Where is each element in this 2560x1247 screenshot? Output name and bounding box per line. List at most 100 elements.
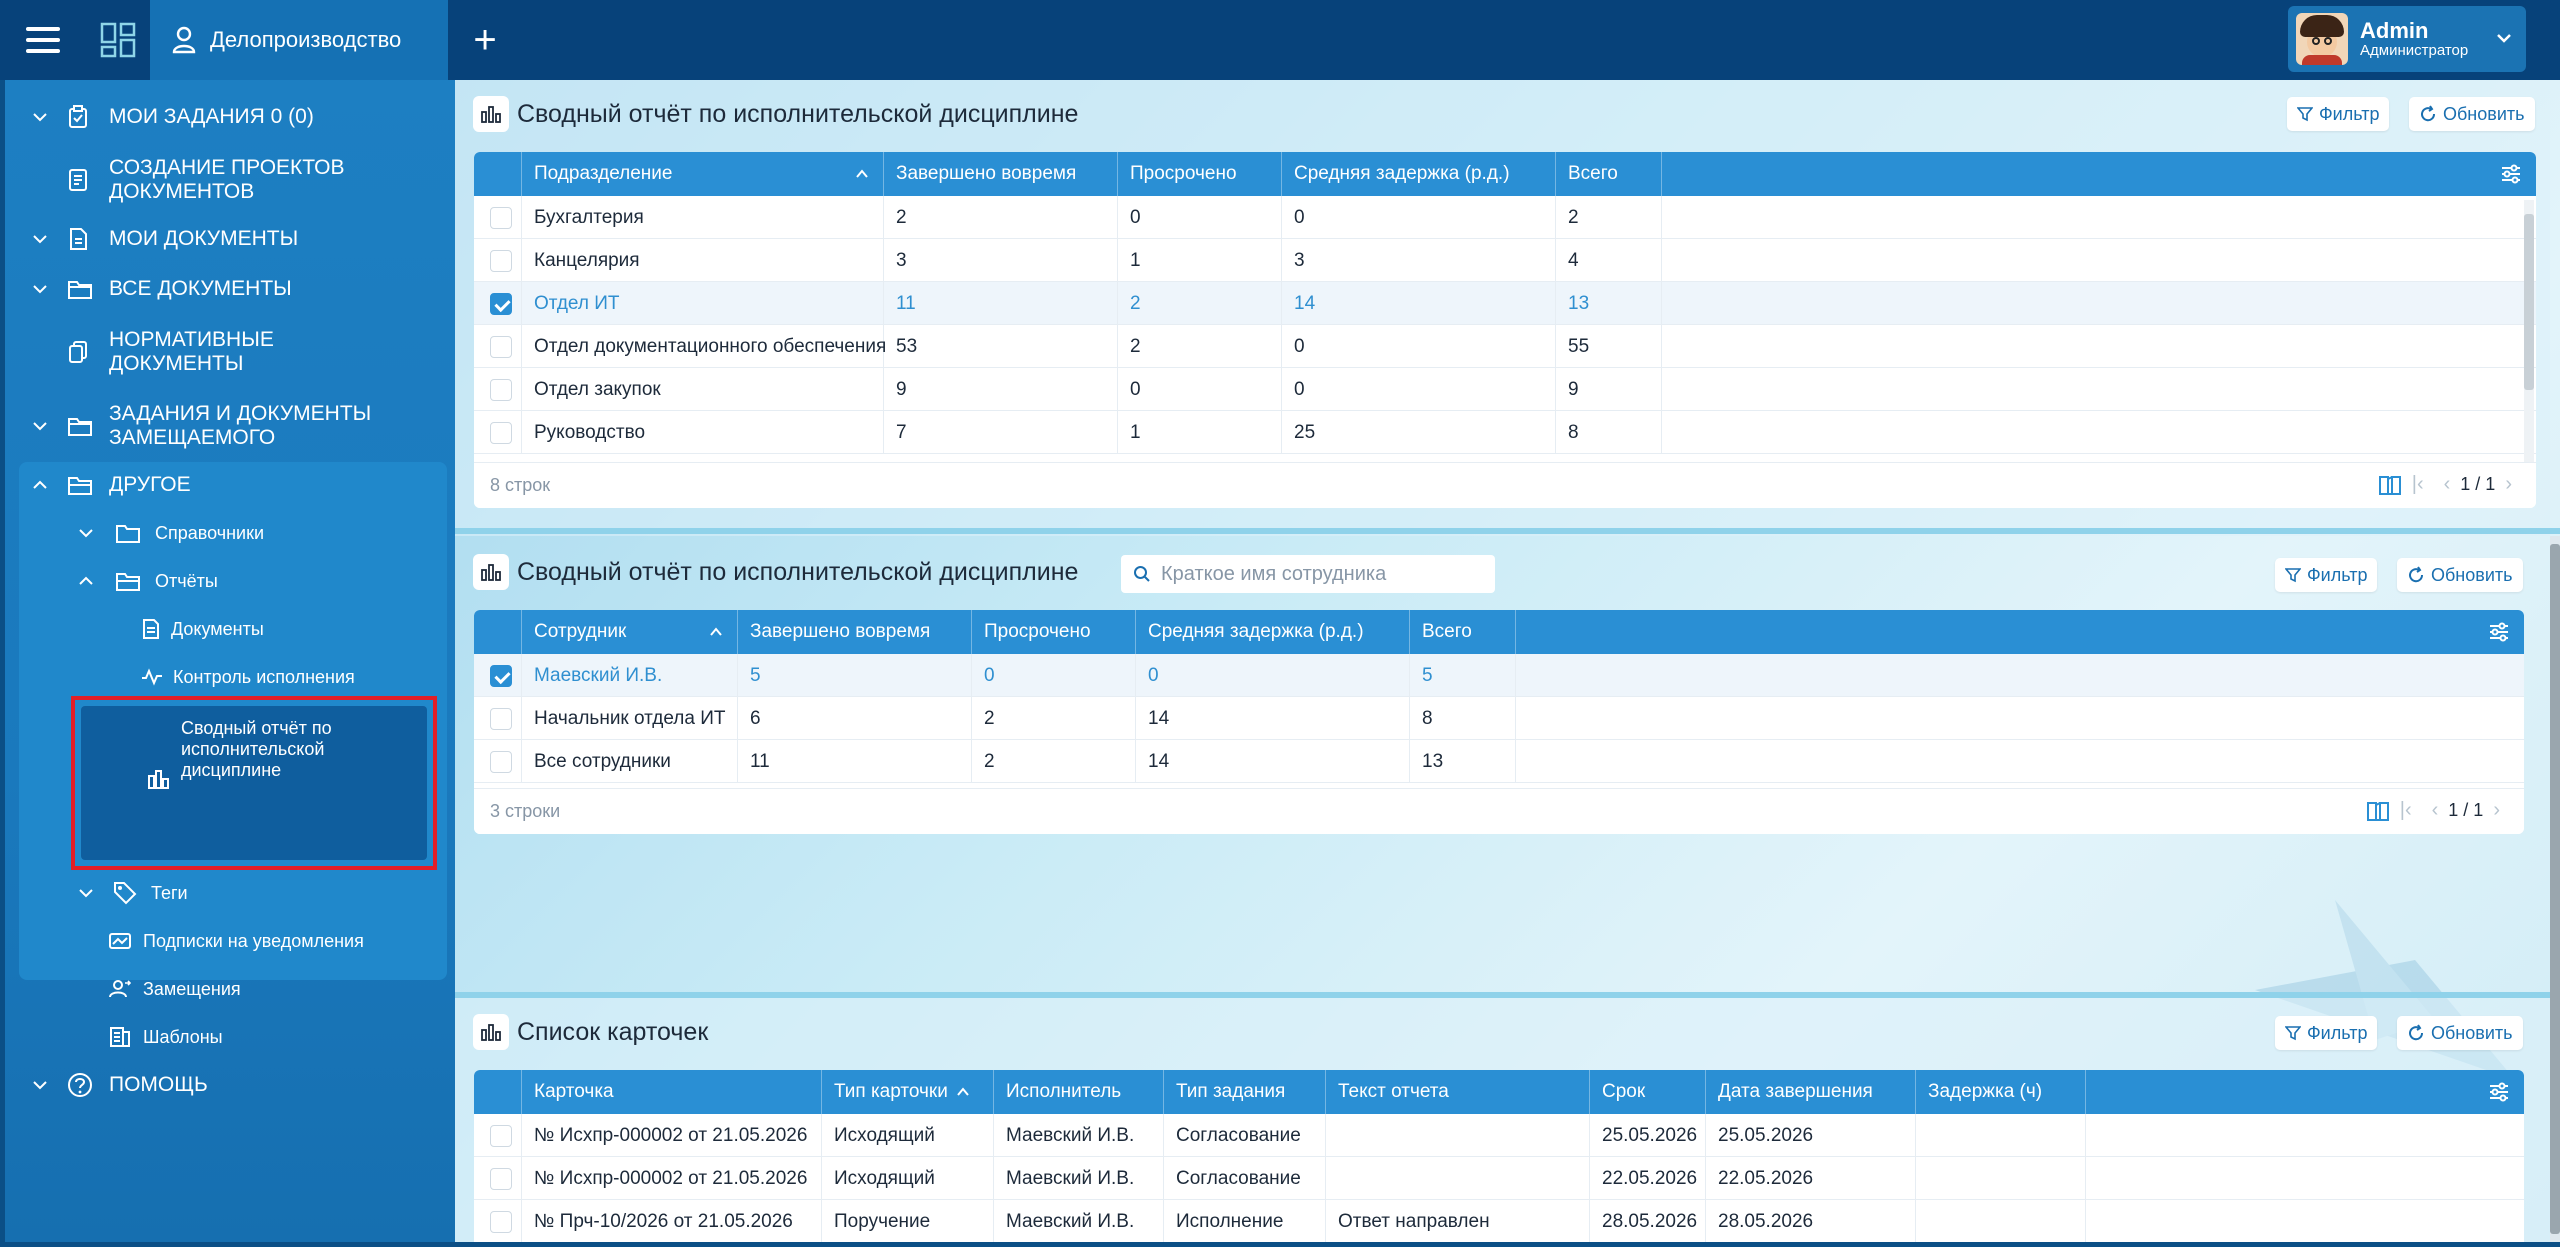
column-header[interactable]: Завершено вовремя xyxy=(738,610,972,654)
apps-grid-icon[interactable] xyxy=(85,0,151,80)
sidebar-item-help[interactable]: ПОМОЩЬ xyxy=(5,1062,455,1108)
column-header[interactable]: Всего xyxy=(1556,152,1662,196)
column-header[interactable]: Всего xyxy=(1410,610,1516,654)
table-row[interactable]: Отдел ИТ 11 2 14 13 xyxy=(474,282,2536,325)
table-cell: Маевский И.В. xyxy=(994,1200,1164,1242)
filter-button[interactable]: Фильтр xyxy=(2287,97,2390,131)
first-page-icon[interactable]: |‹ xyxy=(2400,799,2412,822)
column-header[interactable]: Текст отчета xyxy=(1326,1070,1590,1114)
table-row[interactable]: № Прч-10/2026 от 21.05.2026 Поручение Маев… xyxy=(474,1200,2524,1242)
columns-book-icon[interactable] xyxy=(2366,800,2390,822)
table-row[interactable]: Отдел закупок 9 0 0 9 xyxy=(474,368,2536,411)
user-menu[interactable]: Admin Администратор xyxy=(2288,6,2526,72)
scrollbar[interactable] xyxy=(2524,200,2534,462)
sidebar-item-all-documents[interactable]: ВСЕ ДОКУМЕНТЫ xyxy=(5,266,455,312)
prev-page-icon[interactable]: ‹ xyxy=(2432,799,2439,822)
column-header[interactable]: Срок xyxy=(1590,1070,1706,1114)
template-icon xyxy=(110,1027,130,1047)
column-header[interactable]: Просрочено xyxy=(972,610,1136,654)
table-row[interactable]: № Исхпр-000002 от 21.05.2026 Исходящий Мае… xyxy=(474,1157,2524,1200)
column-header[interactable]: Тип карточки xyxy=(822,1070,994,1114)
column-header[interactable]: Средняя задержка (р.д.) xyxy=(1136,610,1410,654)
splitter[interactable] xyxy=(455,528,2560,534)
table-header: Подразделение Завершено вовремя Просроче… xyxy=(474,152,2536,196)
report-panel-departments: Сводный отчёт по исполнительской дисципл… xyxy=(455,80,2550,536)
sidebar-sub-documents-report[interactable]: Документы xyxy=(141,608,264,650)
table-cell: 4 xyxy=(1556,239,1662,282)
column-header[interactable]: Задержка (ч) xyxy=(1916,1070,2086,1114)
sidebar-sub-substitutions[interactable]: Замещения xyxy=(109,968,241,1010)
column-settings-icon[interactable] xyxy=(2488,1081,2510,1103)
sidebar-item-my-documents[interactable]: МОИ ДОКУМЕНТЫ xyxy=(5,216,455,262)
table-row[interactable]: Начальник отдела ИТ 6 2 14 8 xyxy=(474,697,2524,740)
row-checkbox[interactable] xyxy=(490,293,512,315)
table-cell: Исходящий xyxy=(822,1114,994,1157)
table-cell: 22.05.2026 xyxy=(1590,1157,1706,1200)
filter-button[interactable]: Фильтр xyxy=(2275,558,2378,592)
row-checkbox[interactable] xyxy=(490,708,512,730)
column-settings-icon[interactable] xyxy=(2500,163,2522,185)
table-row[interactable]: № Исхпр-000002 от 21.05.2026 Исходящий Мае… xyxy=(474,1114,2524,1157)
sidebar-sub-references[interactable]: Справочники xyxy=(77,512,264,554)
column-header[interactable]: Средняя задержка (р.д.) xyxy=(1282,152,1556,196)
checkbox-cell xyxy=(474,1157,522,1200)
row-checkbox[interactable] xyxy=(490,336,512,358)
sidebar-item-create-drafts[interactable]: СОЗДАНИЕ ПРОЕКТОВ ДОКУМЕНТОВ xyxy=(5,152,455,208)
refresh-button[interactable]: Обновить xyxy=(2397,558,2523,592)
column-header[interactable]: Завершено вовремя xyxy=(884,152,1118,196)
row-checkbox[interactable] xyxy=(490,207,512,229)
column-header[interactable]: Исполнитель xyxy=(994,1070,1164,1114)
row-checkbox[interactable] xyxy=(490,250,512,272)
table-row[interactable]: Отдел документационного обеспечения 53 2 0 5… xyxy=(474,325,2536,368)
row-checkbox[interactable] xyxy=(490,751,512,773)
column-header[interactable]: Подразделение xyxy=(522,152,884,196)
column-header[interactable]: Просрочено xyxy=(1118,152,1282,196)
sidebar-sub-subscriptions[interactable]: Подписки на уведомления xyxy=(109,920,364,962)
sidebar-sub-templates[interactable]: Шаблоны xyxy=(109,1016,223,1058)
sidebar-item-other[interactable]: ДРУГОЕ xyxy=(5,462,455,508)
sidebar-sub-control[interactable]: Контроль исполнения xyxy=(141,656,355,698)
pulse-icon xyxy=(142,668,162,686)
table-row[interactable]: Руководство 7 1 25 8 xyxy=(474,411,2536,454)
employee-search-input[interactable]: Краткое имя сотрудника xyxy=(1121,555,1495,593)
refresh-button[interactable]: Обновить xyxy=(2409,97,2535,131)
refresh-button[interactable]: Обновить xyxy=(2397,1016,2523,1050)
sidebar-sub-tags[interactable]: Теги xyxy=(77,872,188,914)
row-checkbox[interactable] xyxy=(490,422,512,444)
bar-chart-icon xyxy=(473,96,509,132)
filter-button[interactable]: Фильтр xyxy=(2275,1016,2378,1050)
sidebar-sub-reports[interactable]: Отчёты xyxy=(77,560,218,602)
column-label: Всего xyxy=(1568,163,1618,184)
row-checkbox[interactable] xyxy=(490,665,512,687)
table-row[interactable]: Маевский И.В. 5 0 0 5 xyxy=(474,654,2524,697)
row-checkbox[interactable] xyxy=(490,379,512,401)
column-settings-icon[interactable] xyxy=(2488,621,2510,643)
row-checkbox[interactable] xyxy=(490,1168,512,1190)
table-row[interactable]: Канцелярия 3 1 3 4 xyxy=(474,239,2536,282)
table-row[interactable]: Все сотрудники 11 2 14 13 xyxy=(474,740,2524,783)
column-header[interactable]: Сотрудник xyxy=(522,610,738,654)
column-header[interactable]: Карточка xyxy=(522,1070,822,1114)
hamburger-menu-icon[interactable] xyxy=(8,0,78,80)
table-row[interactable]: Бухгалтерия 2 0 0 2 xyxy=(474,196,2536,239)
column-header[interactable]: Тип задания xyxy=(1164,1070,1326,1114)
prev-page-icon[interactable]: ‹ xyxy=(2444,473,2451,496)
next-page-icon[interactable]: › xyxy=(2493,799,2500,822)
column-label: Сотрудник xyxy=(534,621,627,642)
module-tab[interactable]: Делопроизводство xyxy=(150,0,448,80)
row-checkbox[interactable] xyxy=(490,1125,512,1147)
column-header[interactable]: Дата завершения xyxy=(1706,1070,1916,1114)
row-checkbox[interactable] xyxy=(490,1211,512,1233)
sidebar-item-my-tasks[interactable]: МОИ ЗАДАНИЯ 0 (0) xyxy=(5,94,455,140)
page-scrollbar[interactable] xyxy=(2550,536,2560,1242)
first-page-icon[interactable]: |‹ xyxy=(2412,473,2424,496)
sidebar-sub-discipline-report[interactable]: Сводный отчёт по исполнительской дисципл… xyxy=(71,696,437,870)
table-cell: Согласование xyxy=(1164,1114,1326,1157)
columns-book-icon[interactable] xyxy=(2378,474,2402,496)
next-page-icon[interactable]: › xyxy=(2505,473,2512,496)
add-tab-button[interactable]: + xyxy=(460,0,510,80)
table-cell: 28.05.2026 xyxy=(1706,1200,1916,1242)
sidebar-item-substituted-tasks[interactable]: ЗАДАНИЯ И ДОКУМЕНТЫ ЗАМЕЩАЕМОГО xyxy=(5,398,455,454)
sidebar-item-normative-documents[interactable]: НОРМАТИВНЫЕ ДОКУМЕНТЫ xyxy=(5,324,455,380)
checkbox-cell xyxy=(474,411,522,454)
